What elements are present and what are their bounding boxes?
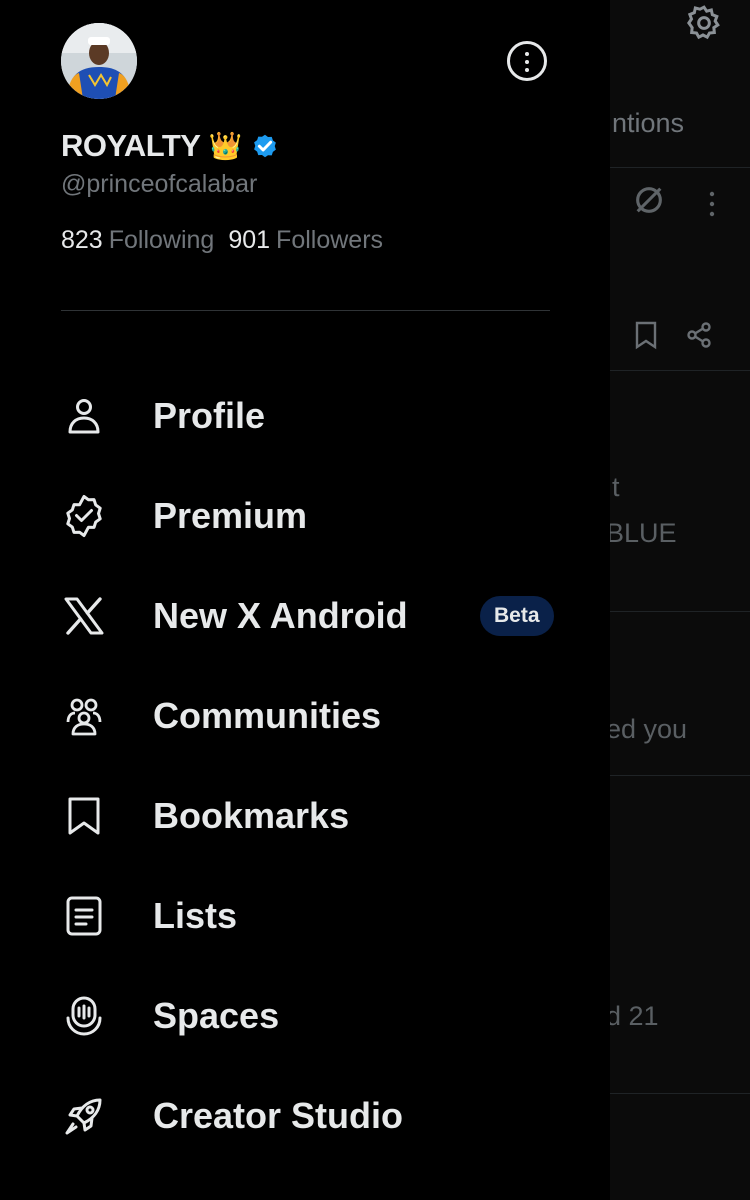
bookmark-icon xyxy=(62,794,106,838)
menu-item-lists[interactable]: Lists xyxy=(0,866,610,966)
crown-emoji: 👑 xyxy=(208,130,243,161)
following-count: 823 xyxy=(61,226,103,254)
beta-badge: Beta xyxy=(480,596,554,636)
menu-item-spaces[interactable]: Spaces xyxy=(0,966,610,1066)
followers-link[interactable]: 901 Followers xyxy=(228,226,383,255)
profile-name-row[interactable]: ROYALTY 👑 xyxy=(61,128,280,164)
user-handle: @princeofcalabar xyxy=(61,170,258,198)
feed-text: t xyxy=(612,472,620,502)
following-label: Following xyxy=(108,226,215,254)
menu-item-premium[interactable]: Premium xyxy=(0,466,610,566)
rocket-icon xyxy=(62,1094,106,1138)
bookmark-icon[interactable] xyxy=(633,320,659,350)
avatar[interactable] xyxy=(61,23,137,99)
menu-label: Profile xyxy=(153,395,266,436)
more-options-button[interactable] xyxy=(507,41,547,81)
list-icon xyxy=(62,894,106,938)
feed-text: ed you xyxy=(606,714,688,744)
followers-label: Followers xyxy=(276,226,384,254)
menu-label: Bookmarks xyxy=(153,795,350,836)
communities-icon xyxy=(62,694,106,738)
feed-text: d 21 xyxy=(606,1001,659,1031)
more-vertical-icon[interactable] xyxy=(707,190,717,218)
divider xyxy=(61,310,550,311)
menu-label: Communities xyxy=(153,695,382,736)
menu-label: New X Android xyxy=(153,595,408,636)
spaces-icon xyxy=(62,994,106,1038)
menu-label: Premium xyxy=(153,495,308,536)
menu-label: Lists xyxy=(153,895,238,936)
verified-badge-icon xyxy=(62,494,106,538)
menu-label: Spaces xyxy=(153,995,280,1036)
display-name: ROYALTY xyxy=(61,128,201,163)
menu-item-profile[interactable]: Profile xyxy=(0,366,610,466)
navigation-drawer: ROYALTY 👑 @princeofcalabar 823 Following … xyxy=(0,0,610,1200)
follow-stats: 823 Following 901 Followers xyxy=(61,226,383,255)
menu-item-creator-studio[interactable]: Creator Studio xyxy=(0,1066,610,1166)
verified-badge-icon xyxy=(254,134,276,158)
feed-text: BLUE xyxy=(606,518,677,548)
person-icon xyxy=(62,394,106,438)
menu-item-new-x-android[interactable]: New X Android Beta xyxy=(0,566,610,666)
drawer-menu: Profile Premium New X Android Beta Commu… xyxy=(0,366,610,1166)
following-link[interactable]: 823 Following xyxy=(61,226,214,255)
x-logo-icon xyxy=(62,594,106,638)
no-signal-icon xyxy=(632,183,666,217)
tab-notifications-fragment[interactable]: ntions xyxy=(612,108,684,139)
gear-icon[interactable] xyxy=(684,3,724,43)
share-icon[interactable] xyxy=(685,321,713,349)
menu-label: Creator Studio xyxy=(153,1095,404,1136)
followers-count: 901 xyxy=(228,226,271,254)
menu-item-communities[interactable]: Communities xyxy=(0,666,610,766)
menu-item-bookmarks[interactable]: Bookmarks xyxy=(0,766,610,866)
